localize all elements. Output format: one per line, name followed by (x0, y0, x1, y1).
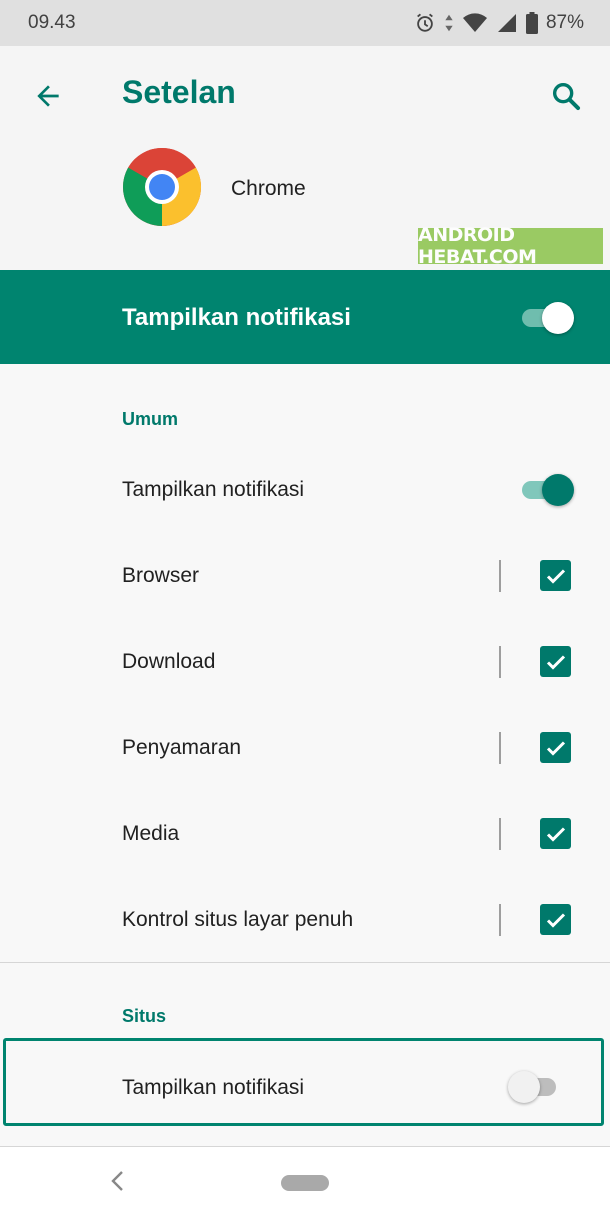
nav-home-pill-icon[interactable] (281, 1175, 329, 1191)
channel-label-browser: Browser (122, 564, 200, 587)
check-icon (546, 912, 565, 928)
row-divider (499, 732, 501, 764)
check-icon (546, 568, 565, 584)
situs-toggle-switch[interactable] (508, 1069, 564, 1105)
nav-back-button[interactable] (104, 1169, 132, 1197)
row-divider (499, 646, 501, 678)
umum-toggle-label: Tampilkan notifikasi (122, 478, 305, 501)
switch-thumb (542, 474, 574, 506)
battery-icon (525, 12, 538, 34)
checkbox-fullscreen[interactable] (540, 904, 571, 935)
row-divider (499, 560, 501, 592)
status-icons: 87% (414, 12, 584, 34)
master-toggle-label: Tampilkan notifikasi (122, 304, 351, 331)
chrome-logo-icon (122, 147, 202, 227)
arrow-back-icon (32, 80, 64, 117)
switch-thumb (508, 1071, 540, 1103)
page-title: Setelan (122, 74, 236, 110)
umum-toggle-switch[interactable] (520, 472, 576, 508)
check-icon (546, 740, 565, 756)
master-toggle-switch[interactable] (520, 300, 576, 336)
checkbox-browser[interactable] (540, 560, 571, 591)
status-time: 09.43 (28, 12, 76, 33)
channel-label-download: Download (122, 650, 216, 673)
app-header: Chrome ANDROID HEBAT.COM (0, 142, 610, 270)
app-bar: Setelan (0, 46, 610, 142)
navigation-bar (0, 1147, 610, 1220)
app-name: Chrome (231, 177, 306, 200)
row-divider (499, 904, 501, 936)
channel-label-fullscreen: Kontrol situs layar penuh (122, 908, 354, 931)
channel-label-penyamaran: Penyamaran (122, 736, 242, 759)
nav-back-icon (110, 1170, 126, 1197)
watermark-logo: ANDROID HEBAT.COM (418, 224, 603, 268)
check-icon (546, 826, 565, 842)
section-header-situs: Situs (122, 1006, 167, 1026)
wifi-icon (462, 12, 488, 34)
checkbox-download[interactable] (540, 646, 571, 677)
battery-percent: 87% (545, 12, 584, 33)
situs-toggle-label: Tampilkan notifikasi (122, 1076, 305, 1099)
data-arrows-icon (444, 12, 454, 34)
checkbox-media[interactable] (540, 818, 571, 849)
channel-label-media: Media (122, 822, 180, 845)
search-button[interactable] (544, 76, 588, 120)
checkbox-penyamaran[interactable] (540, 732, 571, 763)
switch-thumb (542, 302, 574, 334)
status-bar: 09.43 87% (0, 0, 610, 46)
section-divider (0, 962, 610, 963)
search-icon (549, 79, 583, 118)
check-icon (546, 654, 565, 670)
back-button[interactable] (26, 76, 70, 120)
alarm-icon (414, 12, 436, 34)
section-header-umum: Umum (122, 409, 179, 429)
master-toggle-bar[interactable]: Tampilkan notifikasi (0, 270, 610, 364)
signal-icon (496, 12, 518, 34)
row-divider (499, 818, 501, 850)
